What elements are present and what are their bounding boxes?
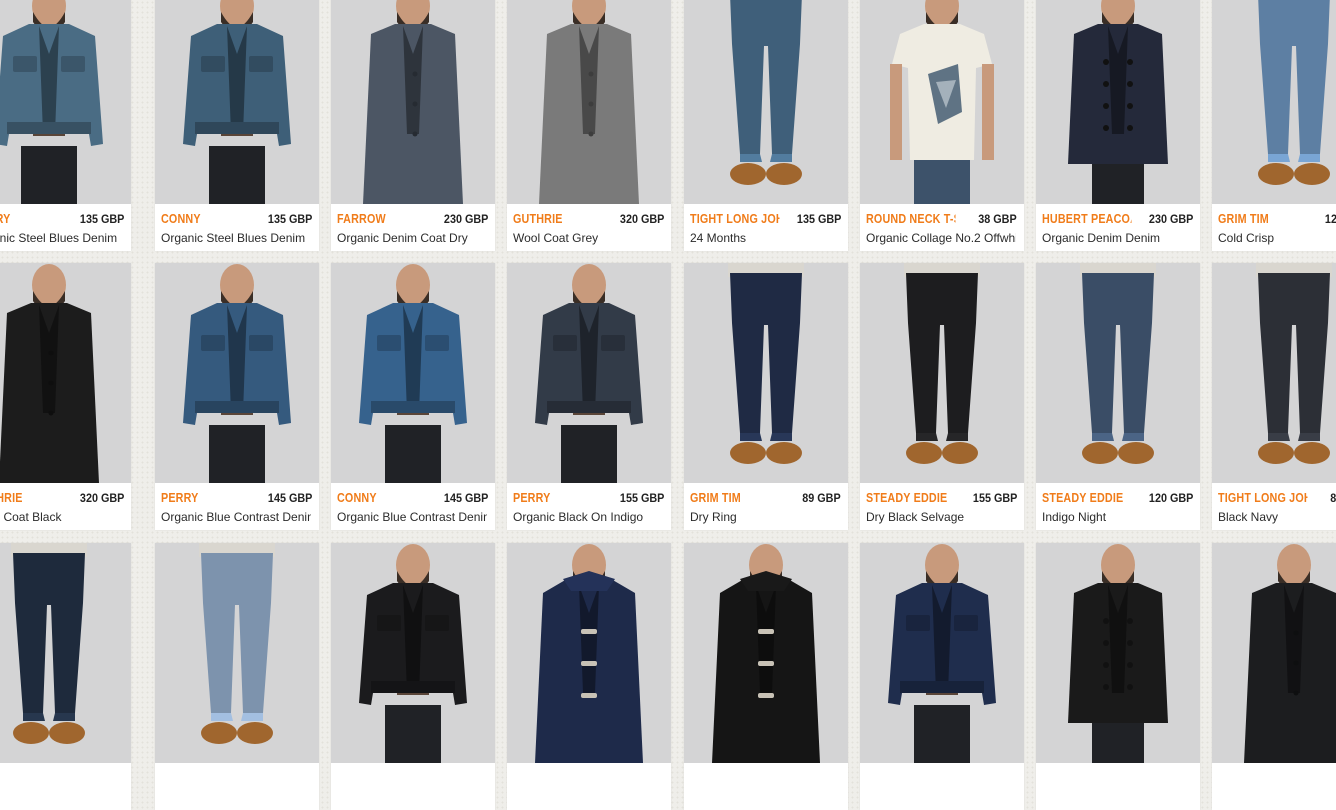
product-photo-long-coat[interactable] [0,263,131,483]
product-photo-jeans[interactable] [684,263,848,483]
product-price: 155 GBP [972,491,1017,505]
product-name[interactable]: CONNY [161,212,250,226]
product-photo-denim-jacket[interactable] [507,263,671,483]
product-card[interactable]: GRIM TIM 125 GBP Cold Crisp [1212,0,1336,251]
product-photo-jeans[interactable] [684,0,848,204]
product-name[interactable]: FARROW [337,212,426,226]
product-card[interactable] [684,543,848,810]
product-card[interactable]: PERRY 155 GBP Organic Black On Indigo [507,263,671,530]
product-price: 125 GBP [1324,212,1336,226]
product-card[interactable]: CONNY 135 GBP Organic Steel Blues Denim [155,0,319,251]
product-price: 38 GBP [978,212,1017,226]
product-photo-jeans[interactable] [155,543,319,763]
product-price: 320 GBP [79,491,124,505]
product-price: 155 GBP [619,491,664,505]
product-photo-peacoat[interactable] [1036,543,1200,763]
product-description: Black Navy [1218,510,1279,524]
product-card[interactable]: GRIM TIM 89 GBP Dry Ring [684,263,848,530]
product-description: Organic Collage No.2 Offwhite [866,231,1016,245]
product-description: Wool Coat Grey [513,231,599,245]
product-name[interactable]: PERRY [0,212,62,226]
product-photo-jeans[interactable] [1212,0,1336,204]
product-description: Organic Black On Indigo [513,510,644,524]
product-name[interactable]: ROUND NECK T-SHIRT [866,212,955,226]
product-card[interactable]: GUTHRIE 320 GBP Wool Coat Grey [507,0,671,251]
product-description: Organic Blue Contrast Denim [337,510,487,524]
product-photo-long-coat[interactable] [507,0,671,204]
product-card[interactable]: GUTHRIE 320 GBP Wool Coat Black [0,263,131,530]
product-price: 320 GBP [619,212,664,226]
product-card[interactable]: PERRY 145 GBP Organic Blue Contrast Denim [155,263,319,530]
product-card[interactable]: STEADY EDDIE 155 GBP Dry Black Selvage [860,263,1024,530]
product-card[interactable] [331,543,495,810]
product-card[interactable]: FARROW 230 GBP Organic Denim Coat Dry [331,0,495,251]
product-description: Wool Coat Black [0,510,62,524]
product-photo-denim-jacket[interactable] [155,263,319,483]
product-photo-long-coat[interactable] [1212,543,1336,763]
product-card[interactable] [860,543,1024,810]
product-card[interactable] [507,543,671,810]
product-name[interactable]: HUBERT PEACOAT [1042,212,1131,226]
product-photo-denim-jacket[interactable] [860,543,1024,763]
product-photo-jeans[interactable] [0,543,131,763]
product-description: Dry Ring [690,510,737,524]
product-name[interactable]: PERRY [161,491,250,505]
product-card[interactable]: PERRY 135 GBP Organic Steel Blues Denim [0,0,131,251]
product-photo-denim-jacket[interactable] [331,263,495,483]
product-name[interactable]: GUTHRIE [513,212,602,226]
product-description: Dry Black Selvage [866,510,965,524]
product-card[interactable]: STEADY EDDIE 120 GBP Indigo Night [1036,263,1200,530]
product-card[interactable] [155,543,319,810]
product-photo-jeans[interactable] [1212,263,1336,483]
product-description: Organic Steel Blues Denim [0,231,118,245]
product-photo-denim-jacket[interactable] [0,0,131,204]
product-card[interactable] [1036,543,1200,810]
product-photo-denim-jacket[interactable] [331,543,495,763]
product-card[interactable] [0,543,131,810]
product-name[interactable]: STEADY EDDIE [866,491,955,505]
product-description: Organic Denim Denim [1042,231,1161,245]
product-card[interactable]: ROUND NECK T-SHIRT 38 GBP Organic Collage … [860,0,1024,251]
product-card[interactable] [1212,543,1336,810]
product-description: Cold Crisp [1218,231,1275,245]
product-price: 89 GBP [802,491,841,505]
product-photo-long-coat[interactable] [331,0,495,204]
product-description: Organic Denim Coat Dry [337,231,468,245]
product-card[interactable]: CONNY 145 GBP Organic Blue Contrast Denim [331,263,495,530]
product-name[interactable]: CONNY [337,491,426,505]
product-photo-duffle-coat[interactable] [507,543,671,763]
product-photo-jeans[interactable] [860,263,1024,483]
product-card[interactable]: TIGHT LONG JOHN 89 GBP Black Navy [1212,263,1336,530]
product-name[interactable]: GRIM TIM [690,491,779,505]
product-description: 24 Months [690,231,747,245]
product-price: 230 GBP [1148,212,1193,226]
product-photo-jeans[interactable] [1036,263,1200,483]
product-name[interactable]: TIGHT LONG JOHN [690,212,779,226]
product-photo-tshirt[interactable] [860,0,1024,204]
product-card[interactable]: HUBERT PEACOAT 230 GBP Organic Denim Denim [1036,0,1200,251]
product-price: 230 GBP [443,212,488,226]
product-price: 145 GBP [267,491,312,505]
product-price: 135 GBP [796,212,841,226]
product-price: 89 GBP [1330,491,1336,505]
product-description: Organic Blue Contrast Denim [161,510,311,524]
product-price: 120 GBP [1148,491,1193,505]
product-name[interactable]: STEADY EDDIE [1042,491,1131,505]
product-price: 135 GBP [79,212,124,226]
product-card[interactable]: TIGHT LONG JOHN 135 GBP 24 Months [684,0,848,251]
product-price: 145 GBP [443,491,488,505]
product-name[interactable]: PERRY [513,491,602,505]
product-name[interactable]: GUTHRIE [0,491,62,505]
product-name[interactable]: GRIM TIM [1218,212,1307,226]
product-photo-duffle-coat[interactable] [684,543,848,763]
product-price: 135 GBP [267,212,312,226]
product-photo-peacoat[interactable] [1036,0,1200,204]
product-description: Indigo Night [1042,510,1107,524]
product-name[interactable]: TIGHT LONG JOHN [1218,491,1307,505]
product-photo-denim-jacket[interactable] [155,0,319,204]
product-description: Organic Steel Blues Denim [161,231,306,245]
